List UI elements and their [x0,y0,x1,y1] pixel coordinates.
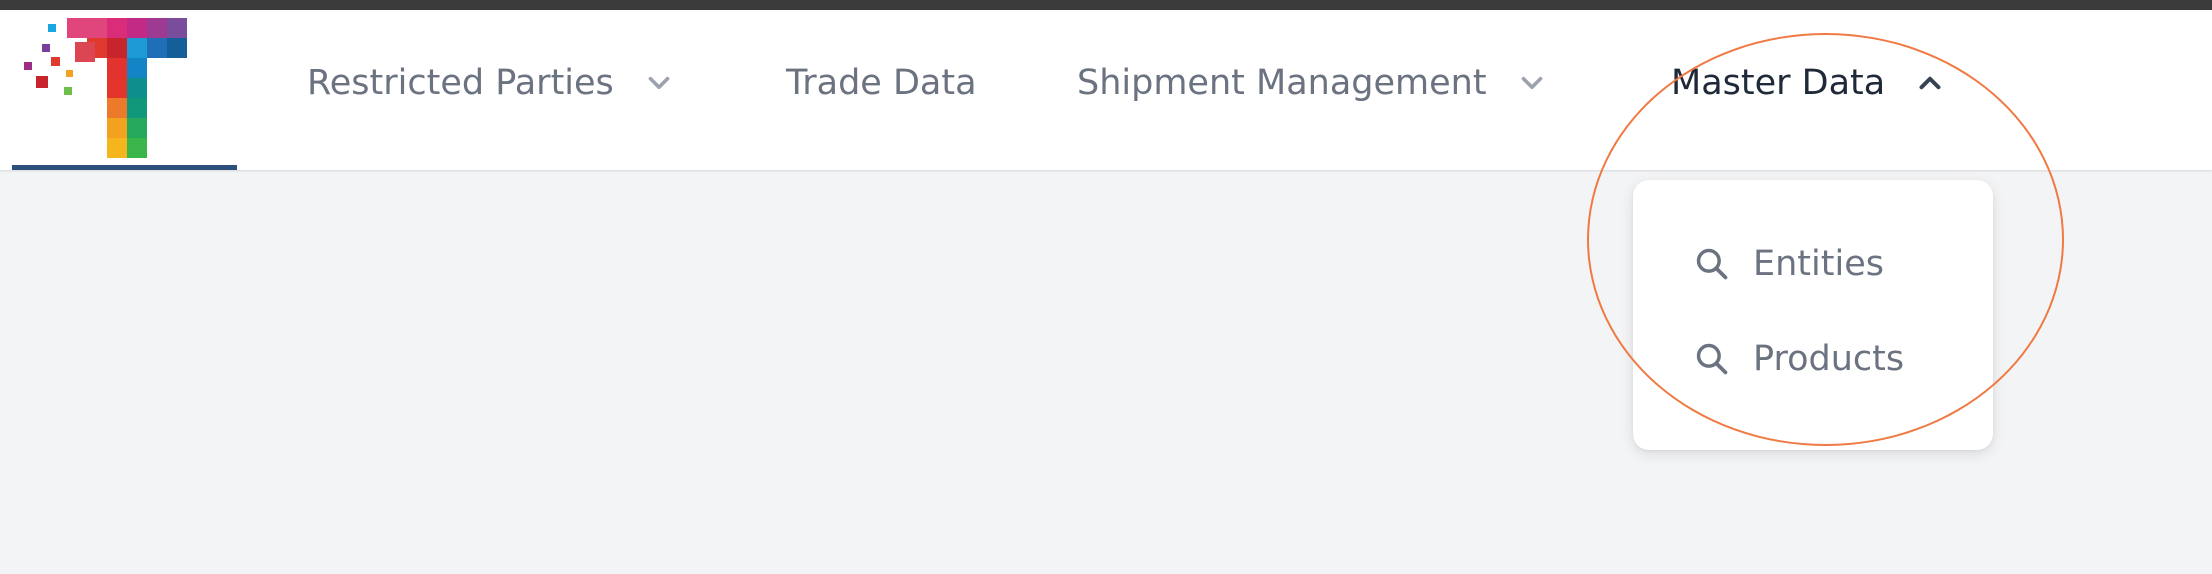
dropdown-item-entities-label: Entities [1753,244,1884,284]
logo-active-indicator [12,165,237,170]
nav-trade-data-label: Trade Data [786,63,977,103]
search-icon [1696,343,1728,375]
nav-master-data-label: Master Data [1671,63,1886,103]
nav-shipment-management[interactable]: Shipment Management [1077,57,1549,109]
chevron-up-icon [1919,76,1941,90]
nav-restricted-parties[interactable]: Restricted Parties [307,57,676,109]
top-navbar: Restricted Parties Trade Data Shipment M… [0,10,2212,170]
master-data-dropdown-menu: Entities Products [1633,180,1993,450]
search-icon [1696,248,1728,280]
nav-restricted-parties-label: Restricted Parties [307,63,614,103]
chevron-down-icon [648,76,670,90]
dropdown-item-entities[interactable]: Entities [1693,234,1884,294]
logo-graphic [24,18,187,158]
chevron-down-icon [1521,76,1542,90]
dropdown-item-products-label: Products [1753,339,1905,379]
nav-master-data[interactable]: Master Data [1671,57,1947,109]
dropdown-item-products[interactable]: Products [1693,329,1904,389]
window-top-strip [0,0,2212,10]
nav-shipment-management-label: Shipment Management [1077,63,1487,103]
nav-trade-data[interactable]: Trade Data [786,57,977,109]
app-logo[interactable] [12,10,237,170]
